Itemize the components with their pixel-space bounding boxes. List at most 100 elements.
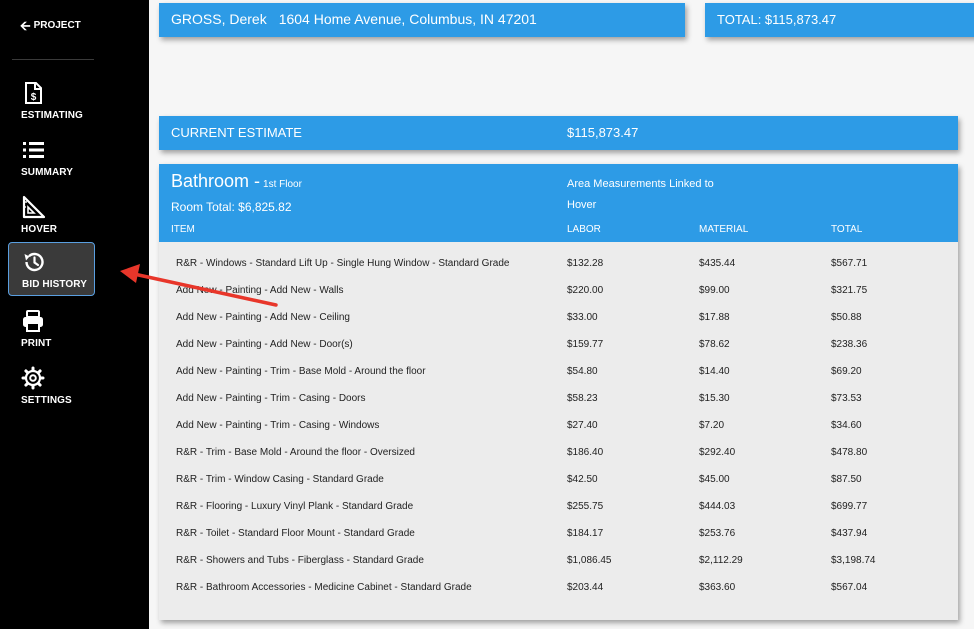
project-total: TOTAL: $115,873.47 — [717, 12, 837, 27]
line-item-labor: $58.23 — [567, 393, 598, 404]
line-item-total: $34.60 — [831, 420, 862, 431]
room-header: Bathroom -1st Floor Room Total: $6,825.8… — [159, 164, 958, 242]
line-item-material: $363.60 — [699, 582, 736, 593]
line-item-material: $78.62 — [699, 339, 730, 350]
line-item-total: $567.71 — [831, 258, 868, 269]
line-item-labor: $42.50 — [567, 474, 598, 485]
table-row: R&R - Trim - Base Mold - Around the floo… — [159, 447, 958, 474]
line-item-material: $444.03 — [699, 501, 736, 512]
line-item-labor: $186.40 — [567, 447, 604, 458]
line-item-material: $292.40 — [699, 447, 736, 458]
line-item-labor: $184.17 — [567, 528, 604, 539]
sidebar-item-bid-history[interactable]: BID HISTORY — [8, 242, 95, 296]
arrow-left-icon: 🡨 — [20, 18, 31, 33]
back-to-project-link[interactable]: 🡨 PROJECT — [20, 19, 81, 32]
sidebar-item-label: PRINT — [21, 338, 52, 349]
line-item-name: R&R - Bathroom Accessories - Medicine Ca… — [176, 582, 472, 593]
line-item-total: $50.88 — [831, 312, 862, 323]
table-row: Add New - Painting - Add New - Walls $220… — [159, 285, 958, 312]
line-item-total: $321.75 — [831, 285, 868, 296]
customer-name: GROSS, Derek — [171, 11, 267, 27]
sidebar-item-summary[interactable]: SUMMARY — [8, 131, 95, 185]
line-item-labor: $220.00 — [567, 285, 604, 296]
line-item-material: $14.40 — [699, 366, 730, 377]
line-item-name: Add New - Painting - Add New - Walls — [176, 285, 344, 296]
column-header-labor: LABOR — [567, 224, 601, 235]
line-item-material: $17.88 — [699, 312, 730, 323]
gear-icon — [21, 366, 45, 390]
customer-header: GROSS, Derek 1604 Home Avenue, Columbus, … — [159, 3, 685, 37]
line-item-name: Add New - Painting - Trim - Casing - Win… — [176, 420, 380, 431]
history-clock-icon — [24, 252, 44, 272]
line-item-material: $435.44 — [699, 258, 736, 269]
sidebar-item-estimating[interactable]: $ ESTIMATING — [8, 74, 95, 128]
line-item-material: $253.76 — [699, 528, 736, 539]
current-estimate-label: CURRENT ESTIMATE — [171, 125, 302, 140]
room-title: Bathroom -1st Floor — [171, 171, 302, 192]
sidebar-item-hover[interactable]: HOVER — [8, 188, 95, 242]
line-item-name: R&R - Windows - Standard Lift Up - Singl… — [176, 258, 510, 269]
sidebar-item-settings[interactable]: SETTINGS — [8, 359, 95, 413]
line-item-material: $7.20 — [699, 420, 725, 431]
line-item-labor: $33.00 — [567, 312, 598, 323]
line-item-labor: $27.40 — [567, 420, 598, 431]
line-item-material: $99.00 — [699, 285, 730, 296]
column-header-total: TOTAL — [831, 224, 863, 235]
line-item-total: $87.50 — [831, 474, 862, 485]
table-row: R&R - Toilet - Standard Floor Mount - St… — [159, 528, 958, 555]
line-item-total: $73.53 — [831, 393, 862, 404]
line-item-total: $567.04 — [831, 582, 868, 593]
column-header-item: ITEM — [171, 224, 195, 235]
sidebar-divider — [12, 59, 94, 60]
line-item-name: Add New - Painting - Trim - Casing - Doo… — [176, 393, 366, 404]
line-item-total: $3,198.74 — [831, 555, 876, 566]
ruler-triangle-icon — [22, 195, 46, 219]
line-item-labor: $255.75 — [567, 501, 604, 512]
table-row: Add New - Painting - Add New - Door(s) $1… — [159, 339, 958, 366]
table-row: R&R - Flooring - Luxury Vinyl Plank - St… — [159, 501, 958, 528]
line-item-name: Add New - Painting - Add New - Door(s) — [176, 339, 353, 350]
line-item-name: R&R - Showers and Tubs - Fiberglass - St… — [176, 555, 424, 566]
total-header: TOTAL: $115,873.47 — [705, 3, 974, 37]
list-icon — [23, 142, 44, 158]
customer-address: 1604 Home Avenue, Columbus, IN 47201 — [278, 11, 537, 27]
table-row: Add New - Painting - Trim - Base Mold - … — [159, 366, 958, 393]
room-name: Bathroom - — [171, 171, 261, 191]
back-label: PROJECT — [33, 20, 81, 31]
table-row: Add New - Painting - Trim - Casing - Win… — [159, 420, 958, 447]
line-item-material: $15.30 — [699, 393, 730, 404]
line-item-total: $69.20 — [831, 366, 862, 377]
room-section: Bathroom -1st Floor Room Total: $6,825.8… — [159, 164, 958, 620]
line-item-total: $478.80 — [831, 447, 868, 458]
column-header-material: MATERIAL — [699, 224, 749, 235]
sidebar-item-label: ESTIMATING — [21, 110, 83, 121]
table-row: R&R - Trim - Window Casing - Standard Gr… — [159, 474, 958, 501]
current-estimate-bar: CURRENT ESTIMATE $115,873.47 — [159, 116, 958, 150]
line-item-name: R&R - Trim - Window Casing - Standard Gr… — [176, 474, 384, 485]
table-row: R&R - Bathroom Accessories - Medicine Ca… — [159, 582, 958, 609]
estimate-dollar-doc-icon: $ — [25, 82, 42, 104]
line-item-labor: $54.80 — [567, 366, 598, 377]
sidebar-item-label: SETTINGS — [21, 395, 72, 406]
sidebar: 🡨 PROJECT $ ESTIMATING SUMMARY HOVER BID… — [0, 0, 149, 629]
line-item-labor: $203.44 — [567, 582, 604, 593]
line-item-total: $238.36 — [831, 339, 868, 350]
line-item-name: R&R - Trim - Base Mold - Around the floo… — [176, 447, 415, 458]
line-item-name: Add New - Painting - Trim - Base Mold - … — [176, 366, 426, 377]
line-item-name: R&R - Toilet - Standard Floor Mount - St… — [176, 528, 415, 539]
table-row: R&R - Windows - Standard Lift Up - Singl… — [159, 258, 958, 285]
table-row: Add New - Painting - Trim - Casing - Doo… — [159, 393, 958, 420]
line-item-labor: $159.77 — [567, 339, 604, 350]
room-floor: 1st Floor — [263, 179, 302, 190]
line-item-total: $437.94 — [831, 528, 868, 539]
line-item-name: R&R - Flooring - Luxury Vinyl Plank - St… — [176, 501, 414, 512]
line-item-name: Add New - Painting - Add New - Ceiling — [176, 312, 350, 323]
sidebar-item-print[interactable]: PRINT — [8, 302, 95, 356]
line-item-labor: $1,086.45 — [567, 555, 612, 566]
table-row: Add New - Painting - Add New - Ceiling $3… — [159, 312, 958, 339]
room-total: Room Total: $6,825.82 — [171, 200, 292, 214]
line-item-material: $2,112.29 — [699, 555, 743, 566]
line-item-material: $45.00 — [699, 474, 730, 485]
line-item-labor: $132.28 — [567, 258, 604, 269]
current-estimate-value: $115,873.47 — [567, 125, 639, 140]
